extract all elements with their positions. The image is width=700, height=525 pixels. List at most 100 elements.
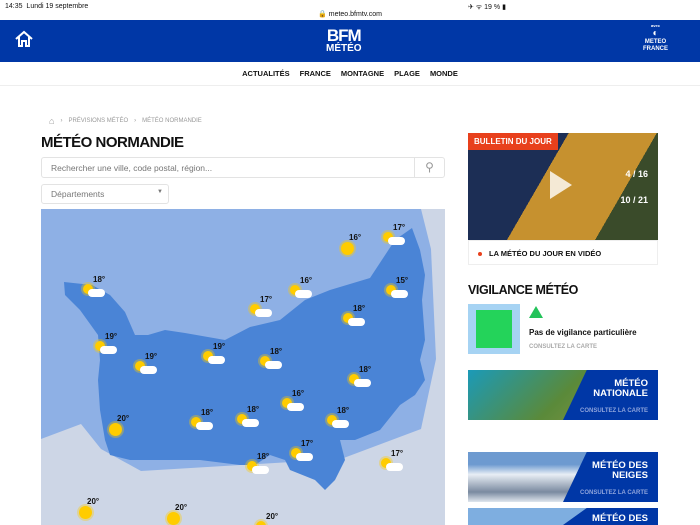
marker-temp: 20°	[266, 512, 279, 521]
map-shapes	[41, 209, 445, 525]
weather-marker[interactable]: 16°	[280, 389, 310, 415]
home-button[interactable]	[14, 30, 34, 53]
nav-plage[interactable]: PLAGE	[394, 69, 420, 78]
marker-temp: 15°	[396, 276, 409, 285]
banner-link[interactable]: CONSULTEZ LA CARTE	[580, 490, 648, 496]
marker-temp: 17°	[301, 439, 314, 448]
page-title: MÉTÉO NORMANDIE	[41, 134, 184, 151]
banner-meteo-neiges[interactable]: MÉTÉO DES NEIGES CONSULTEZ LA CARTE	[468, 452, 658, 502]
weather-marker[interactable]: 18°	[325, 406, 355, 432]
breadcrumb-previsions[interactable]: PRÉVISIONS MÉTÉO	[68, 118, 128, 124]
cloud-icon	[296, 453, 313, 461]
bulletin-caption: LA MÉTÉO DU JOUR EN VIDÉO	[489, 249, 602, 258]
weather-marker[interactable]: 17°	[248, 295, 278, 321]
marker-temp: 17°	[391, 449, 404, 458]
home-icon	[15, 30, 33, 47]
weather-marker[interactable]: 17°	[379, 449, 409, 475]
breadcrumb-current: MÉTÉO NORMANDIE	[142, 118, 202, 124]
meteo-france-logo: avec ◐ METEO FRANCE	[643, 23, 668, 52]
bulletin-tag: BULLETIN DU JOUR	[468, 133, 558, 150]
bulletin-video[interactable]: BULLETIN DU JOUR 4 / 16 10 / 21	[468, 133, 658, 240]
marker-temp: 20°	[175, 503, 188, 512]
sun-icon	[79, 506, 92, 519]
sun-icon	[167, 512, 180, 525]
home-icon[interactable]: ⌂	[49, 116, 54, 126]
cloud-icon	[354, 379, 371, 387]
banner-meteo-nationale[interactable]: MÉTÉO NATIONALE CONSULTEZ LA CARTE	[468, 370, 658, 420]
weather-marker[interactable]: 20°	[105, 414, 135, 440]
bulletin-caption-link[interactable]: LA MÉTÉO DU JOUR EN VIDÉO	[468, 240, 658, 265]
main-nav: ACTUALITÉS FRANCE MONTAGNE PLAGE MONDE	[0, 62, 700, 86]
weather-marker[interactable]: 16°	[288, 276, 318, 302]
cloud-icon	[391, 290, 408, 298]
banner-link[interactable]: CONSULTEZ LA CARTE	[580, 408, 648, 414]
cloud-icon	[255, 309, 272, 317]
vigilance-link[interactable]: CONSULTEZ LA CARTE	[529, 344, 597, 350]
cloud-icon	[388, 237, 405, 245]
departments-select[interactable]: Départements ▼	[41, 184, 169, 204]
weather-marker[interactable]: 18°	[347, 365, 377, 391]
weather-marker[interactable]: 18°	[341, 304, 371, 330]
weather-marker[interactable]: 18°	[81, 275, 111, 301]
play-icon[interactable]	[550, 171, 572, 199]
france-map-icon	[476, 310, 512, 348]
weather-marker[interactable]: 19°	[133, 352, 163, 378]
vigilance-title: VIGILANCE MÉTÉO	[468, 283, 578, 297]
status-time: 14:35 Lundi 19 septembre	[5, 3, 89, 10]
battery-indicator: ✈ ᯤ 19 % ▮	[468, 4, 506, 11]
cloud-icon	[386, 463, 403, 471]
sun-icon	[341, 242, 354, 255]
cloud-icon	[242, 419, 259, 427]
weather-marker[interactable]: 18°	[245, 452, 275, 478]
search-input[interactable]: Rechercher une ville, code postal, régio…	[41, 157, 445, 178]
marker-temp: 16°	[349, 233, 362, 242]
weather-marker[interactable]: 15°	[384, 276, 414, 302]
cloud-icon	[348, 318, 365, 326]
bfm-meteo-logo[interactable]: BFM MÉTÉO	[326, 27, 362, 54]
cloud-icon	[252, 466, 269, 474]
weather-marker[interactable]: 20°	[254, 512, 284, 525]
search-placeholder: Rechercher une ville, code postal, régio…	[51, 163, 213, 173]
status-bar: 14:35 Lundi 19 septembre 🔒 meteo.bfmtv.c…	[0, 0, 700, 20]
weather-marker[interactable]: 16°	[337, 233, 367, 259]
weather-marker[interactable]: 20°	[163, 503, 193, 525]
chevron-right-icon: ›	[134, 118, 137, 124]
cloud-icon	[196, 422, 213, 430]
weather-marker[interactable]: 20°	[75, 497, 105, 523]
nav-monde[interactable]: MONDE	[430, 69, 458, 78]
weather-marker[interactable]: 17°	[381, 223, 411, 249]
departments-value: Départements	[51, 189, 105, 199]
weather-marker[interactable]: 19°	[201, 342, 231, 368]
warning-icon	[529, 306, 543, 318]
marker-temp: 18°	[201, 408, 214, 417]
search-icon[interactable]: ⚲	[414, 158, 444, 177]
marker-temp: 19°	[105, 332, 118, 341]
marker-temp: 19°	[213, 342, 226, 351]
chevron-right-icon: ›	[60, 118, 63, 124]
video-temp-1: 4 / 16	[625, 169, 648, 179]
marker-temp: 16°	[300, 276, 313, 285]
marker-temp: 18°	[247, 405, 260, 414]
marker-temp: 18°	[337, 406, 350, 415]
banner-meteo-plages[interactable]: MÉTÉO DES	[468, 508, 658, 525]
marker-temp: 18°	[93, 275, 106, 284]
cloud-icon	[140, 366, 157, 374]
nav-actualites[interactable]: ACTUALITÉS	[242, 69, 290, 78]
cloud-icon	[265, 361, 282, 369]
nav-france[interactable]: FRANCE	[300, 69, 331, 78]
marker-temp: 20°	[87, 497, 100, 506]
vigilance-map[interactable]	[468, 304, 520, 354]
cloud-icon	[208, 356, 225, 364]
weather-marker[interactable]: 18°	[189, 408, 219, 434]
weather-marker[interactable]: 17°	[289, 439, 319, 465]
nav-montagne[interactable]: MONTAGNE	[341, 69, 384, 78]
weather-marker[interactable]: 19°	[93, 332, 123, 358]
cloud-icon	[100, 346, 117, 354]
weather-marker[interactable]: 18°	[235, 405, 265, 431]
cloud-icon	[88, 289, 105, 297]
weather-map[interactable]: 16° 17° 18° 16° 15° 17° 18° 19° 19° 19° 18° 18° 16° 2…	[41, 209, 445, 525]
marker-temp: 18°	[359, 365, 372, 374]
marker-temp: 17°	[393, 223, 406, 232]
sun-icon	[109, 423, 122, 436]
weather-marker[interactable]: 18°	[258, 347, 288, 373]
